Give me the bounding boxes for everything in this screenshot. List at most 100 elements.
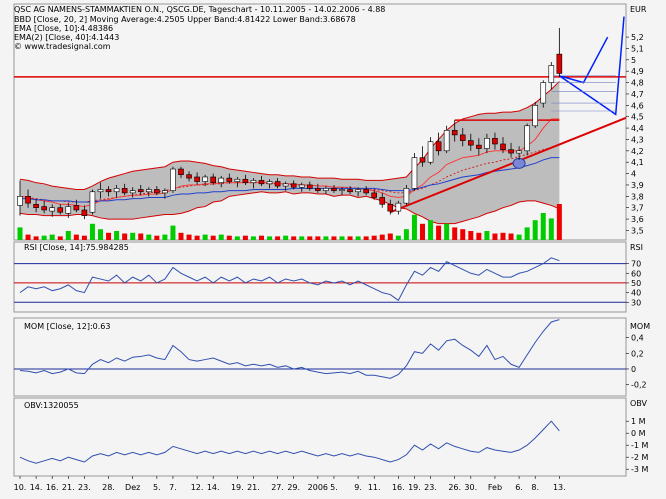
x-axis-label: Feb	[488, 483, 502, 492]
x-axis-label: Dez	[125, 483, 140, 492]
volume-bar	[186, 234, 192, 240]
ema40-legend: EMA(2) [Close, 40]:4.1443	[14, 33, 119, 42]
volume-bar	[178, 232, 184, 240]
volume-bar	[299, 236, 305, 240]
price-axis-tick-label: 4,4	[631, 124, 644, 133]
candle-body	[371, 192, 378, 198]
mom-axis-tick-label: 0,2	[631, 349, 644, 358]
candle-body	[363, 189, 369, 194]
volume-bar	[371, 235, 377, 240]
x-axis-label: 9.	[354, 483, 362, 492]
volume-bar	[234, 236, 240, 240]
candle-body	[435, 141, 442, 152]
x-axis-label: 19.	[231, 483, 244, 492]
volume-bar	[556, 204, 562, 240]
stock-chart: QSC AG NAMENS-STAMMAKTIEN O.N., QSCG.DE,…	[0, 0, 666, 499]
volume-bar	[532, 220, 538, 240]
x-axis-label: 19.	[408, 483, 421, 492]
price-axis-tick-label: 5,2	[631, 33, 644, 42]
obv-axis-tick-label: -1 M	[631, 441, 649, 450]
x-axis-label: 28.	[102, 483, 115, 492]
candle-body	[339, 189, 345, 191]
x-axis-label: 16.	[46, 483, 59, 492]
volume-bar	[420, 223, 425, 240]
volume-bar	[307, 236, 313, 240]
candle-body	[41, 206, 47, 211]
price-axis-tick-label: 3,9	[631, 181, 644, 190]
x-axis-label: 6.	[515, 483, 523, 492]
candle-body	[548, 65, 555, 83]
candle-body	[89, 191, 96, 213]
volume-bar	[516, 234, 522, 240]
obv-unit-label: OBV	[630, 399, 648, 408]
volume-bar	[275, 236, 281, 240]
volume-bar	[259, 235, 264, 240]
price-axis-tick-label: 5	[631, 56, 636, 65]
volume-bar	[49, 234, 55, 240]
x-axis-label: 11.	[368, 483, 381, 492]
volume-bar	[130, 232, 136, 240]
candle-body	[315, 188, 321, 191]
obv-axis-tick-label: -3 M	[631, 465, 649, 474]
candle-body	[186, 174, 192, 179]
x-axis-label: 16.	[392, 483, 405, 492]
volume-bar	[218, 234, 224, 240]
volume-bar	[460, 229, 466, 240]
price-unit-label: EUR	[630, 5, 647, 14]
candle-body	[331, 188, 337, 191]
volume-bar	[540, 213, 546, 240]
candle-body	[556, 53, 563, 74]
mom-unit-label: MOM	[630, 322, 650, 331]
volume-bar	[114, 231, 120, 240]
volume-bar	[210, 235, 216, 240]
candle-body	[524, 125, 530, 152]
price-axis-tick-label: 4,6	[631, 101, 644, 110]
candle-body	[170, 168, 176, 191]
x-axis-label: 10.	[14, 483, 27, 492]
rsi-title: RSI [Close, 14]:75.984285	[24, 243, 129, 252]
candle-body	[250, 180, 257, 183]
candle-body	[33, 203, 39, 208]
candle-body	[81, 209, 88, 216]
volume-bar	[428, 220, 434, 240]
x-axis-label: 8.	[531, 483, 539, 492]
volume-bar	[355, 236, 361, 240]
candle-body	[129, 190, 136, 194]
candle-body	[226, 177, 233, 182]
rsi-unit-label: RSI	[630, 243, 643, 252]
volume-bar	[170, 225, 176, 240]
volume-bar	[146, 234, 152, 240]
candle-body	[154, 189, 160, 194]
candle-body	[137, 189, 144, 193]
obv-title: OBV:1320055	[24, 401, 79, 410]
candle-body	[500, 143, 506, 150]
candle-body	[306, 184, 313, 189]
copyright-text: © www.tradesignal.com	[14, 42, 111, 51]
candle-body	[508, 149, 514, 154]
candle-body	[395, 202, 402, 212]
candle-body	[419, 157, 426, 163]
bbd-legend: BBD [Close, 20, 2] Moving Average:4.2505…	[14, 15, 356, 24]
chart-title: QSC AG NAMENS-STAMMAKTIEN O.N., QSCG.DE,…	[14, 5, 385, 14]
candle-body	[97, 189, 104, 193]
x-axis-label: 27.	[271, 483, 284, 492]
candle-body	[121, 188, 128, 194]
x-axis-label: 23.	[78, 483, 91, 492]
candle-body	[73, 205, 80, 211]
volume-bar	[484, 231, 490, 240]
price-axis-tick-label: 5,1	[631, 44, 644, 53]
candle-body	[266, 181, 273, 185]
price-axis-tick-label: 3,8	[631, 192, 644, 201]
mom-axis-tick-label: 0	[631, 365, 636, 374]
candle-body	[347, 189, 353, 193]
candle-body	[49, 207, 56, 212]
x-axis-label: 23.	[424, 483, 437, 492]
price-axis-tick-label: 4,2	[631, 147, 644, 156]
volume-bar	[122, 233, 128, 240]
price-axis-tick-label: 4,1	[631, 158, 644, 167]
candle-body	[516, 150, 522, 154]
volume-bar	[202, 234, 208, 240]
mom-axis-tick-label: 0,4	[631, 334, 644, 343]
price-axis-tick-label: 3,7	[631, 204, 644, 213]
x-axis-label: 29.	[287, 483, 300, 492]
